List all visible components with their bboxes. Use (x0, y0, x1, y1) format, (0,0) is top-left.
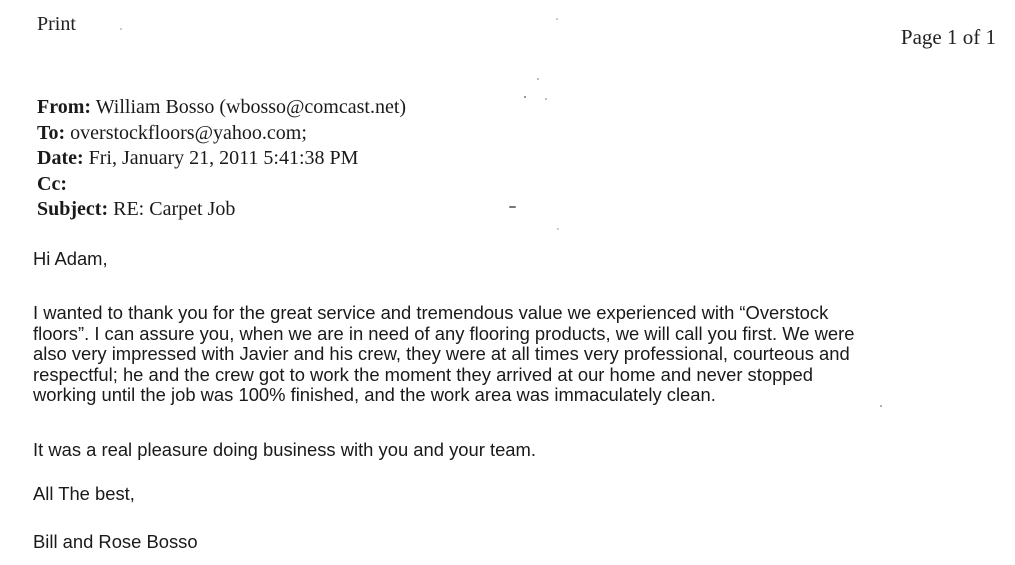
printed-email-page: Print Page 1 of 1 From: William Bosso (w… (0, 0, 1015, 565)
from-value: William Bosso (wbosso@comcast.net) (95, 96, 407, 118)
scan-speck (880, 405, 882, 407)
paragraph-line: floors”. I can assure you, when we are i… (33, 322, 855, 344)
scan-speck (509, 206, 516, 208)
paragraph-line: respectful; he and the crew got to work … (33, 363, 813, 385)
cc-row: Cc: (37, 172, 406, 198)
email-header: From: William Bosso (wbosso@comcast.net)… (37, 95, 406, 223)
scan-speck (545, 98, 547, 100)
to-value: overstockfloors@yahoo.com; (70, 121, 307, 144)
scan-speck (524, 96, 526, 98)
paragraph-line: working until the job was 100% finished,… (33, 384, 716, 405)
scan-speck (556, 18, 558, 20)
scan-speck (537, 78, 539, 80)
signoff: All The best, (33, 483, 135, 504)
subject-row: Subject: RE: Carpet Job (37, 197, 406, 223)
date-value: Fri, January 21, 2011 5:41:38 PM (88, 147, 359, 169)
scan-speck (557, 228, 559, 230)
to-label: To: (37, 121, 66, 144)
page-number: Page 1 of 1 (900, 25, 996, 49)
cc-label: Cc: (37, 172, 67, 195)
body-paragraph: I wanted to thank you for the great serv… (33, 302, 855, 406)
subject-value: RE: Carpet Job (113, 198, 236, 220)
date-label: Date: (37, 147, 84, 169)
to-row: To: overstockfloors@yahoo.com; (37, 121, 406, 147)
from-label: From: (37, 96, 92, 118)
print-label: Print (37, 13, 76, 35)
paragraph-line: I wanted to thank you for the great serv… (33, 302, 829, 323)
signature: Bill and Rose Bosso (33, 531, 198, 552)
scan-speck (120, 28, 122, 30)
from-row: From: William Bosso (wbosso@comcast.net) (37, 95, 406, 121)
date-row: Date: Fri, January 21, 2011 5:41:38 PM (37, 146, 406, 172)
subject-label: Subject: (37, 198, 109, 220)
paragraph-line: also very impressed with Javier and his … (33, 343, 850, 364)
greeting: Hi Adam, (33, 248, 108, 269)
closing-line: It was a real pleasure doing business wi… (33, 439, 536, 460)
